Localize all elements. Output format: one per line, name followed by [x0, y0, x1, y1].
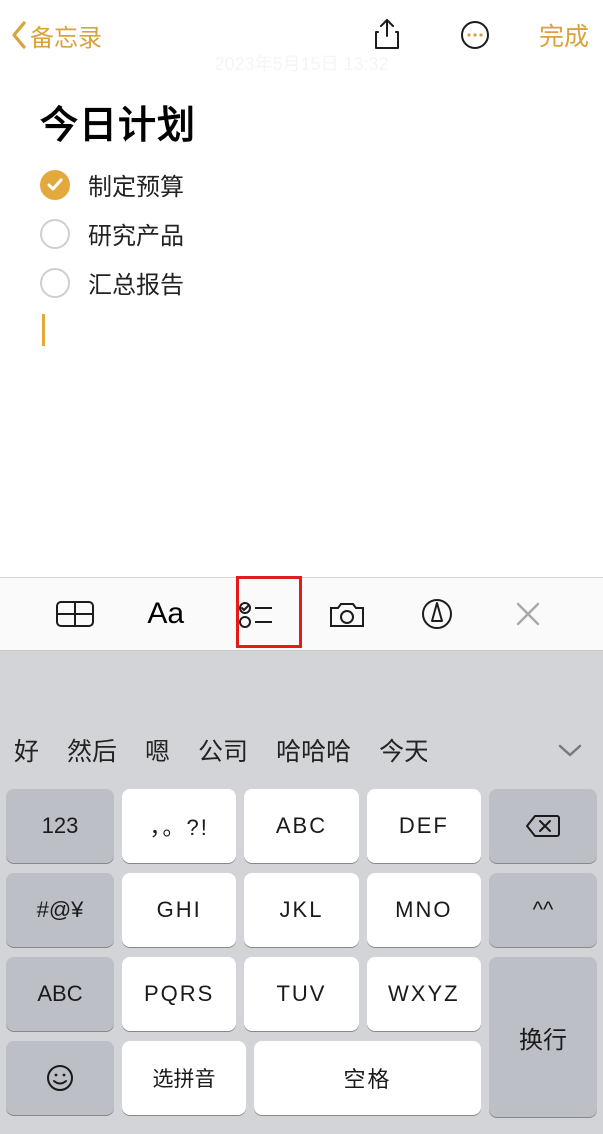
top-nav: 备忘录 完成 — [0, 0, 603, 70]
candidate-word[interactable]: 哈哈哈 — [276, 732, 351, 768]
back-label: 备忘录 — [30, 18, 102, 53]
close-keyboard-button[interactable] — [498, 587, 558, 641]
note-body[interactable]: 今日计划 制定预算 研究产品 汇总报告 — [0, 70, 603, 346]
keyboard: 123 #@¥ ABC ，。?! ABC DEF GHI JKL MNO PQR… — [0, 783, 603, 1134]
chevron-left-icon — [8, 15, 30, 55]
key-symbols[interactable]: #@¥ — [6, 873, 114, 947]
key-return[interactable]: 换行 — [489, 957, 597, 1117]
key-jkl[interactable]: JKL — [244, 873, 358, 947]
expand-candidates-button[interactable] — [551, 736, 589, 765]
checklist-item[interactable]: 汇总报告 — [40, 265, 563, 300]
aa-label: Aa — [147, 597, 184, 631]
checkbox-unchecked-icon[interactable] — [40, 268, 70, 298]
candidate-word[interactable]: 今天 — [379, 732, 427, 768]
more-button[interactable] — [445, 8, 505, 62]
candidate-word[interactable]: 然后 — [67, 732, 117, 768]
table-button[interactable] — [45, 587, 105, 641]
checkbox-checked-icon[interactable] — [40, 170, 70, 200]
keyboard-gap — [0, 651, 603, 717]
key-ghi[interactable]: GHI — [122, 873, 236, 947]
checklist-item-text: 汇总报告 — [88, 265, 184, 300]
key-pqrs[interactable]: PQRS — [122, 957, 236, 1031]
key-backspace[interactable] — [489, 789, 597, 863]
candidate-word[interactable]: 好 — [14, 732, 39, 768]
key-face[interactable]: ^^ — [489, 873, 597, 947]
key-punct[interactable]: ，。?! — [122, 789, 236, 863]
format-toolbar: Aa — [0, 577, 603, 651]
checklist-item[interactable]: 制定预算 — [40, 167, 563, 202]
note-title: 今日计划 — [40, 94, 563, 149]
checklist-button[interactable] — [226, 587, 286, 641]
checklist-item-text: 研究产品 — [88, 216, 184, 251]
candidate-bar: 好 然后 嗯 公司 哈哈哈 今天 — [0, 717, 603, 783]
back-button[interactable]: 备忘录 — [8, 15, 102, 55]
key-mno[interactable]: MNO — [367, 873, 481, 947]
text-format-button[interactable]: Aa — [136, 587, 196, 641]
checkbox-unchecked-icon[interactable] — [40, 219, 70, 249]
key-abc2[interactable]: ABC — [244, 789, 358, 863]
key-def[interactable]: DEF — [367, 789, 481, 863]
key-select-pinyin[interactable]: 选拼音 — [122, 1041, 246, 1115]
done-button[interactable]: 完成 — [539, 17, 589, 53]
share-button[interactable] — [357, 8, 417, 62]
key-abc[interactable]: ABC — [6, 957, 114, 1031]
key-tuv[interactable]: TUV — [244, 957, 358, 1031]
camera-button[interactable] — [317, 587, 377, 641]
key-123[interactable]: 123 — [6, 789, 114, 863]
text-cursor — [42, 314, 45, 346]
checklist-item[interactable]: 研究产品 — [40, 216, 563, 251]
checklist-item-text: 制定预算 — [88, 167, 184, 202]
key-emoji[interactable] — [6, 1041, 114, 1115]
candidate-word[interactable]: 嗯 — [145, 732, 170, 768]
markup-button[interactable] — [407, 587, 467, 641]
key-space[interactable]: 空格 — [254, 1041, 481, 1115]
candidate-word[interactable]: 公司 — [198, 732, 248, 768]
key-wxyz[interactable]: WXYZ — [367, 957, 481, 1031]
